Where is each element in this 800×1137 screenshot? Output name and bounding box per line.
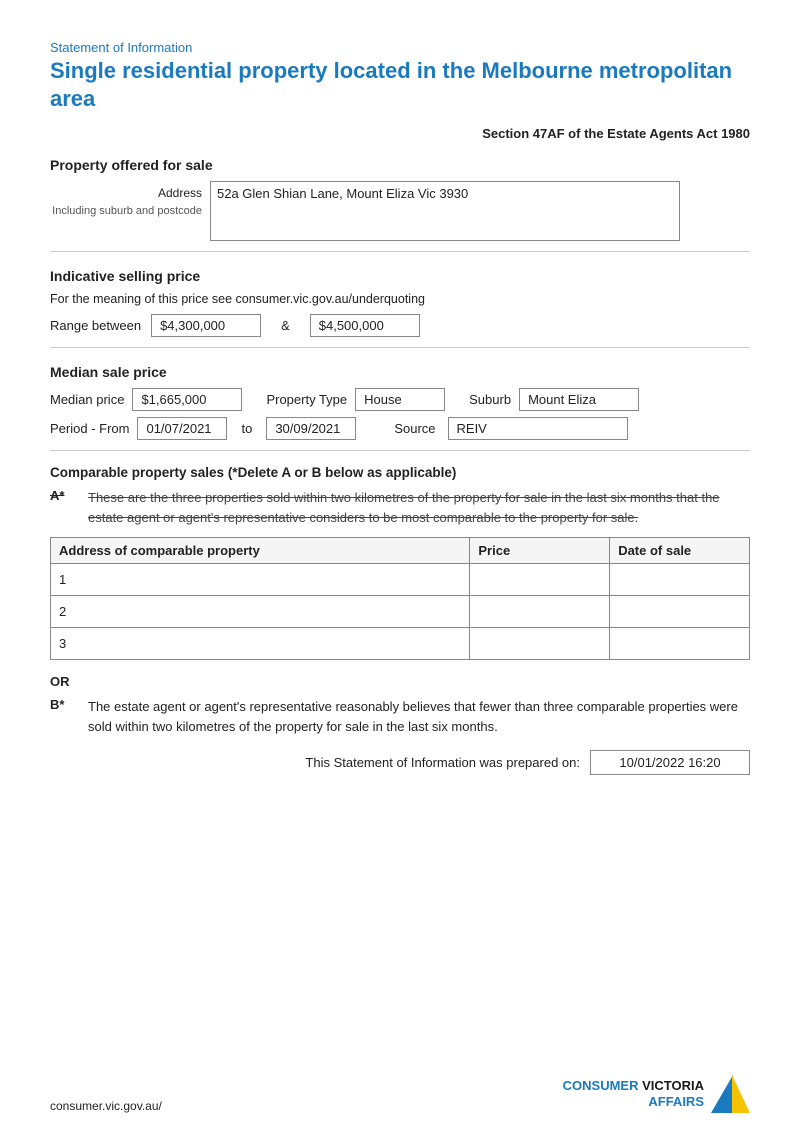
period-from-label: Period - From [50, 421, 129, 436]
address-row: Address Including suburb and postcode 52… [50, 181, 750, 241]
footer-url: consumer.vic.gov.au/ [50, 1099, 162, 1113]
property-section-heading: Property offered for sale [50, 157, 750, 173]
table-cell-address: 1 [51, 564, 470, 596]
address-label: Address Including suburb and postcode [50, 181, 210, 219]
table-cell-address: 3 [51, 628, 470, 660]
logo-triangles [708, 1075, 750, 1113]
range-label: Range between [50, 318, 141, 333]
address-box: 52a Glen Shian Lane, Mount Eliza Vic 393… [210, 181, 680, 241]
indicative-heading: Indicative selling price [50, 268, 750, 284]
table-row: 1 [51, 564, 750, 596]
median-row-1: Median price $1,665,000 Property Type Ho… [50, 388, 750, 411]
table-col-address: Address of comparable property [51, 538, 470, 564]
table-row: 3 [51, 628, 750, 660]
point-a-text: These are the three properties sold with… [88, 488, 750, 527]
point-a-label: A* [50, 488, 78, 527]
point-b: B* The estate agent or agent's represent… [50, 697, 750, 736]
logo-area: CONSUMER VICTORIA AFFAIRS [563, 1075, 750, 1113]
property-type-value: House [355, 388, 445, 411]
range-high: $4,500,000 [310, 314, 420, 337]
comparable-section: Comparable property sales (*Delete A or … [50, 465, 750, 775]
comparable-table: Address of comparable property Price Dat… [50, 537, 750, 660]
median-price-label: Median price [50, 392, 124, 407]
footer: consumer.vic.gov.au/ CONSUMER VICTORIA A… [50, 1075, 750, 1113]
prepared-label: This Statement of Information was prepar… [305, 755, 580, 770]
to-label: to [241, 421, 252, 436]
median-row-2: Period - From 01/07/2021 to 30/09/2021 S… [50, 417, 750, 440]
table-cell-price [470, 596, 610, 628]
table-cell-address: 2 [51, 596, 470, 628]
logo-victoria: VICTORIA [642, 1078, 704, 1093]
logo-consumer: CONSUMER [563, 1078, 639, 1093]
logo-text: CONSUMER VICTORIA AFFAIRS [563, 1078, 704, 1109]
prepared-row: This Statement of Information was prepar… [50, 750, 750, 775]
prepared-value: 10/01/2022 16:20 [590, 750, 750, 775]
source-value: REIV [448, 417, 628, 440]
range-low: $4,300,000 [151, 314, 261, 337]
indicative-note: For the meaning of this price see consum… [50, 292, 750, 306]
suburb-label: Suburb [469, 392, 511, 407]
suburb-value: Mount Eliza [519, 388, 639, 411]
source-label: Source [394, 421, 435, 436]
header-title: Single residential property located in t… [50, 57, 750, 112]
logo-triangle-blue [711, 1075, 733, 1113]
period-to-value: 30/09/2021 [266, 417, 356, 440]
table-row: 2 [51, 596, 750, 628]
header-subtitle: Statement of Information [50, 40, 750, 55]
logo-affairs: AFFAIRS [648, 1094, 704, 1109]
ampersand: & [281, 318, 290, 333]
period-from-value: 01/07/2021 [137, 417, 227, 440]
table-cell-price [470, 628, 610, 660]
table-col-price: Price [470, 538, 610, 564]
property-type-label: Property Type [266, 392, 347, 407]
table-cell-date [610, 596, 750, 628]
point-a: A* These are the three properties sold w… [50, 488, 750, 527]
or-label: OR [50, 674, 750, 689]
comparable-heading: Comparable property sales (*Delete A or … [50, 465, 750, 480]
table-cell-price [470, 564, 610, 596]
median-price-value: $1,665,000 [132, 388, 242, 411]
median-heading: Median sale price [50, 364, 750, 380]
table-cell-date [610, 564, 750, 596]
act-reference: Section 47AF of the Estate Agents Act 19… [50, 126, 750, 141]
table-col-date: Date of sale [610, 538, 750, 564]
median-grid: Median price $1,665,000 Property Type Ho… [50, 388, 750, 440]
logo-triangle-yellow [732, 1075, 750, 1113]
range-row: Range between $4,300,000 & $4,500,000 [50, 314, 750, 337]
point-b-label: B* [50, 697, 78, 736]
table-cell-date [610, 628, 750, 660]
point-b-text: The estate agent or agent's representati… [88, 697, 750, 736]
